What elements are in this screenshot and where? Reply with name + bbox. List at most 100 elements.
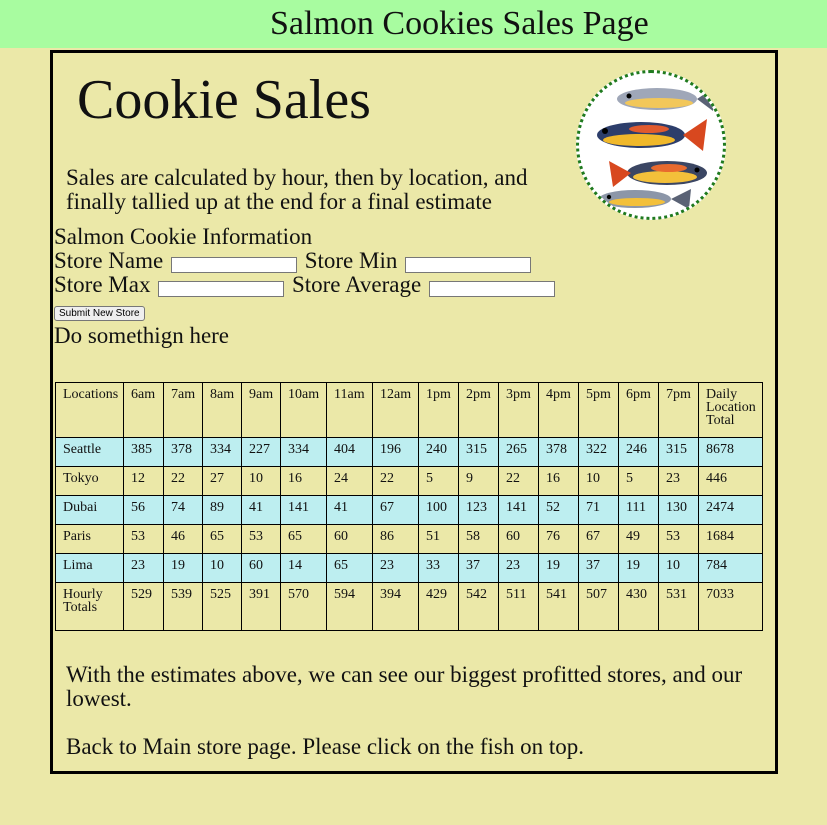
sales-cell: 27 <box>202 466 242 496</box>
total-cell: 507 <box>578 582 619 631</box>
column-header: Daily Location Total <box>698 382 763 438</box>
sales-cell: 315 <box>658 437 699 467</box>
sales-cell: 51 <box>418 524 459 554</box>
sales-cell: 322 <box>578 437 619 467</box>
sales-cell: 22 <box>163 466 203 496</box>
store-average-input[interactable] <box>428 280 555 297</box>
sales-cell: 14 <box>280 553 327 583</box>
sales-cell: 404 <box>326 437 373 467</box>
total-cell: 391 <box>241 582 281 631</box>
sales-cell: 53 <box>658 524 699 554</box>
totals-row: Hourly Totals 529 539 525 391 570 594 394 429 542… <box>55 582 763 631</box>
sales-cell: 227 <box>241 437 281 467</box>
store-max-input[interactable] <box>158 280 285 297</box>
form-heading: Salmon Cookie Information <box>54 224 313 249</box>
store-min-input[interactable] <box>405 256 532 273</box>
header-bar: Salmon Cookies Sales Page <box>0 0 827 48</box>
main-content: Cookie Sales Sales are calculated by hou… <box>50 50 778 774</box>
sales-cell: 100 <box>418 495 459 525</box>
table-row: Tokyo 12 22 27 10 16 24 22 5 9 22 16 10 5 23 446 <box>55 466 763 496</box>
sales-cell: 10 <box>658 553 699 583</box>
column-header: 1pm <box>418 382 459 438</box>
placeholder-text: Do somethign here <box>54 323 230 348</box>
sales-cell: 49 <box>618 524 659 554</box>
sales-cell: 33 <box>418 553 459 583</box>
sales-cell: 53 <box>241 524 281 554</box>
sales-cell: 12 <box>123 466 164 496</box>
sales-cell: 23 <box>498 553 539 583</box>
page-title: Cookie Sales <box>77 69 371 131</box>
column-header: 6am <box>123 382 164 438</box>
sales-cell: 111 <box>618 495 659 525</box>
sales-cell: 130 <box>658 495 699 525</box>
sales-cell: 240 <box>418 437 459 467</box>
column-header: 9am <box>241 382 281 438</box>
back-link-text: Back to Main store page. Please click on… <box>66 734 585 759</box>
sales-cell: 37 <box>578 553 619 583</box>
location-cell: Tokyo <box>55 466 124 496</box>
column-header: 5pm <box>578 382 619 438</box>
sales-cell: 5 <box>618 466 659 496</box>
store-min-label: Store Min <box>304 248 398 273</box>
sales-cell: 141 <box>280 495 327 525</box>
table-row: Lima 23 19 10 60 14 65 23 33 37 23 19 37 19 10 784 <box>55 553 763 583</box>
sales-cell: 10 <box>578 466 619 496</box>
sales-cell: 23 <box>123 553 164 583</box>
sales-cell: 123 <box>458 495 499 525</box>
fish-logo-icon[interactable] <box>576 70 726 220</box>
total-cell: 429 <box>418 582 459 631</box>
sales-cell: 60 <box>498 524 539 554</box>
total-cell: 542 <box>458 582 499 631</box>
sales-cell: 37 <box>458 553 499 583</box>
sales-cell: 446 <box>698 466 763 496</box>
column-header: 6pm <box>618 382 659 438</box>
total-cell: 430 <box>618 582 659 631</box>
outro-text: With the estimates above, we can see our… <box>66 662 743 711</box>
column-header: 3pm <box>498 382 539 438</box>
sales-table: Locations 6am 7am 8am 9am 10am 11am 12am… <box>55 382 763 631</box>
sales-cell: 784 <box>698 553 763 583</box>
total-cell: 511 <box>498 582 539 631</box>
table-row: Paris 53 46 65 53 65 60 86 51 58 60 76 67 49 53 1684 <box>55 524 763 554</box>
sales-cell: 16 <box>538 466 579 496</box>
location-cell: Paris <box>55 524 124 554</box>
sales-cell: 23 <box>658 466 699 496</box>
total-cell: 594 <box>326 582 373 631</box>
total-cell: 541 <box>538 582 579 631</box>
total-cell: 525 <box>202 582 242 631</box>
sales-cell: 19 <box>538 553 579 583</box>
sales-cell: 8678 <box>698 437 763 467</box>
page-header-title: Salmon Cookies Sales Page <box>270 5 649 42</box>
location-cell: Seattle <box>55 437 124 467</box>
sales-cell: 46 <box>163 524 203 554</box>
sales-cell: 24 <box>326 466 373 496</box>
sales-cell: 9 <box>458 466 499 496</box>
total-cell: 570 <box>280 582 327 631</box>
column-header: Locations <box>55 382 124 438</box>
sales-cell: 56 <box>123 495 164 525</box>
sales-cell: 60 <box>326 524 373 554</box>
sales-cell: 315 <box>458 437 499 467</box>
store-name-label: Store Name <box>54 248 164 273</box>
sales-cell: 65 <box>202 524 242 554</box>
sales-cell: 86 <box>372 524 419 554</box>
column-header: 12am <box>372 382 419 438</box>
sales-cell: 16 <box>280 466 327 496</box>
sales-cell: 65 <box>326 553 373 583</box>
store-name-input[interactable] <box>170 256 297 273</box>
sales-cell: 76 <box>538 524 579 554</box>
sales-cell: 22 <box>498 466 539 496</box>
sales-cell: 41 <box>326 495 373 525</box>
sales-cell: 89 <box>202 495 242 525</box>
sales-cell: 19 <box>163 553 203 583</box>
total-cell: 7033 <box>698 582 763 631</box>
sales-cell: 246 <box>618 437 659 467</box>
sales-cell: 334 <box>202 437 242 467</box>
sales-cell: 23 <box>372 553 419 583</box>
submit-new-store-button[interactable]: Submit New Store <box>54 306 145 321</box>
column-header: 4pm <box>538 382 579 438</box>
sales-cell: 52 <box>538 495 579 525</box>
sales-cell: 10 <box>202 553 242 583</box>
sales-cell: 2474 <box>698 495 763 525</box>
intro-text: Sales are calculated by hour, then by lo… <box>66 165 528 214</box>
